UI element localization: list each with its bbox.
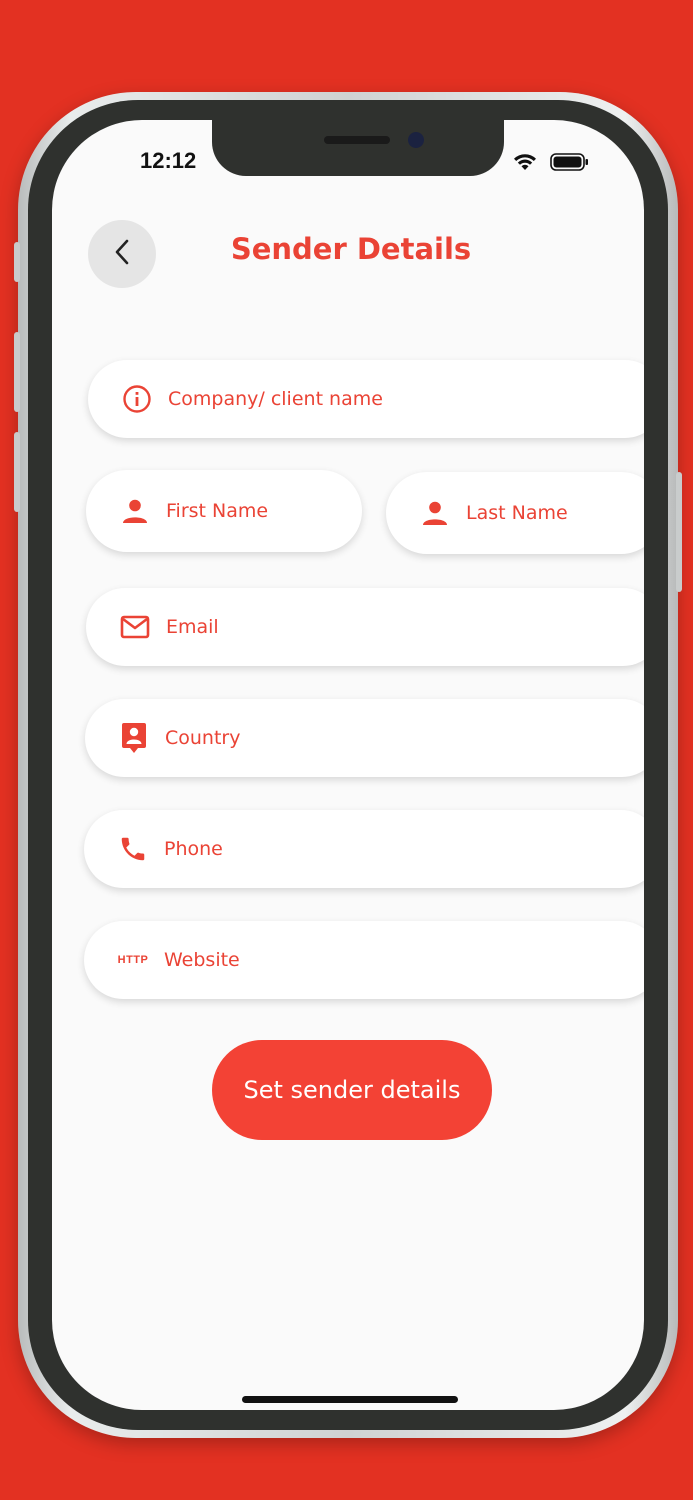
- home-indicator[interactable]: [242, 1396, 458, 1403]
- country-field[interactable]: [85, 699, 644, 777]
- email-input[interactable]: [166, 616, 570, 638]
- http-icon-text: HTTP: [117, 954, 149, 966]
- website-field[interactable]: HTTP: [84, 921, 644, 999]
- status-time: 12:12: [140, 148, 197, 173]
- phone-field[interactable]: [84, 810, 644, 888]
- page-title: Sender Details: [230, 232, 472, 266]
- company-input[interactable]: [168, 388, 572, 410]
- power-button: [676, 472, 682, 592]
- speaker: [324, 136, 390, 144]
- info-icon: [120, 382, 154, 416]
- http-icon: HTTP: [116, 943, 150, 977]
- contact-pin-icon: [117, 721, 151, 755]
- front-camera: [408, 132, 424, 148]
- battery-icon: [550, 152, 590, 176]
- website-input[interactable]: [164, 949, 568, 971]
- email-field[interactable]: [86, 588, 644, 666]
- screen: 12:12 Sender Details Company/ client nam…: [52, 120, 644, 1410]
- phone-icon: [116, 832, 150, 866]
- wifi-icon: [512, 152, 538, 176]
- mail-icon: [118, 610, 152, 644]
- volume-up-button: [14, 332, 20, 412]
- person-icon: [118, 494, 152, 528]
- first-name-input[interactable]: [166, 500, 360, 522]
- country-input[interactable]: [165, 727, 569, 749]
- volume-down-button: [14, 432, 20, 512]
- first-name-field[interactable]: [86, 470, 362, 552]
- phone-input[interactable]: [164, 838, 568, 860]
- phone-frame: 12:12 Sender Details Company/ client nam…: [14, 92, 682, 1438]
- phone-bezel: 12:12 Sender Details Company/ client nam…: [28, 100, 668, 1430]
- side-button: [14, 242, 20, 282]
- last-name-field[interactable]: [386, 472, 644, 554]
- status-icons: [512, 152, 590, 176]
- set-sender-details-button[interactable]: Set sender details: [212, 1040, 492, 1140]
- person-icon: [418, 496, 452, 530]
- company-field[interactable]: [88, 360, 644, 438]
- notch: [212, 120, 504, 176]
- last-name-input[interactable]: [466, 502, 644, 524]
